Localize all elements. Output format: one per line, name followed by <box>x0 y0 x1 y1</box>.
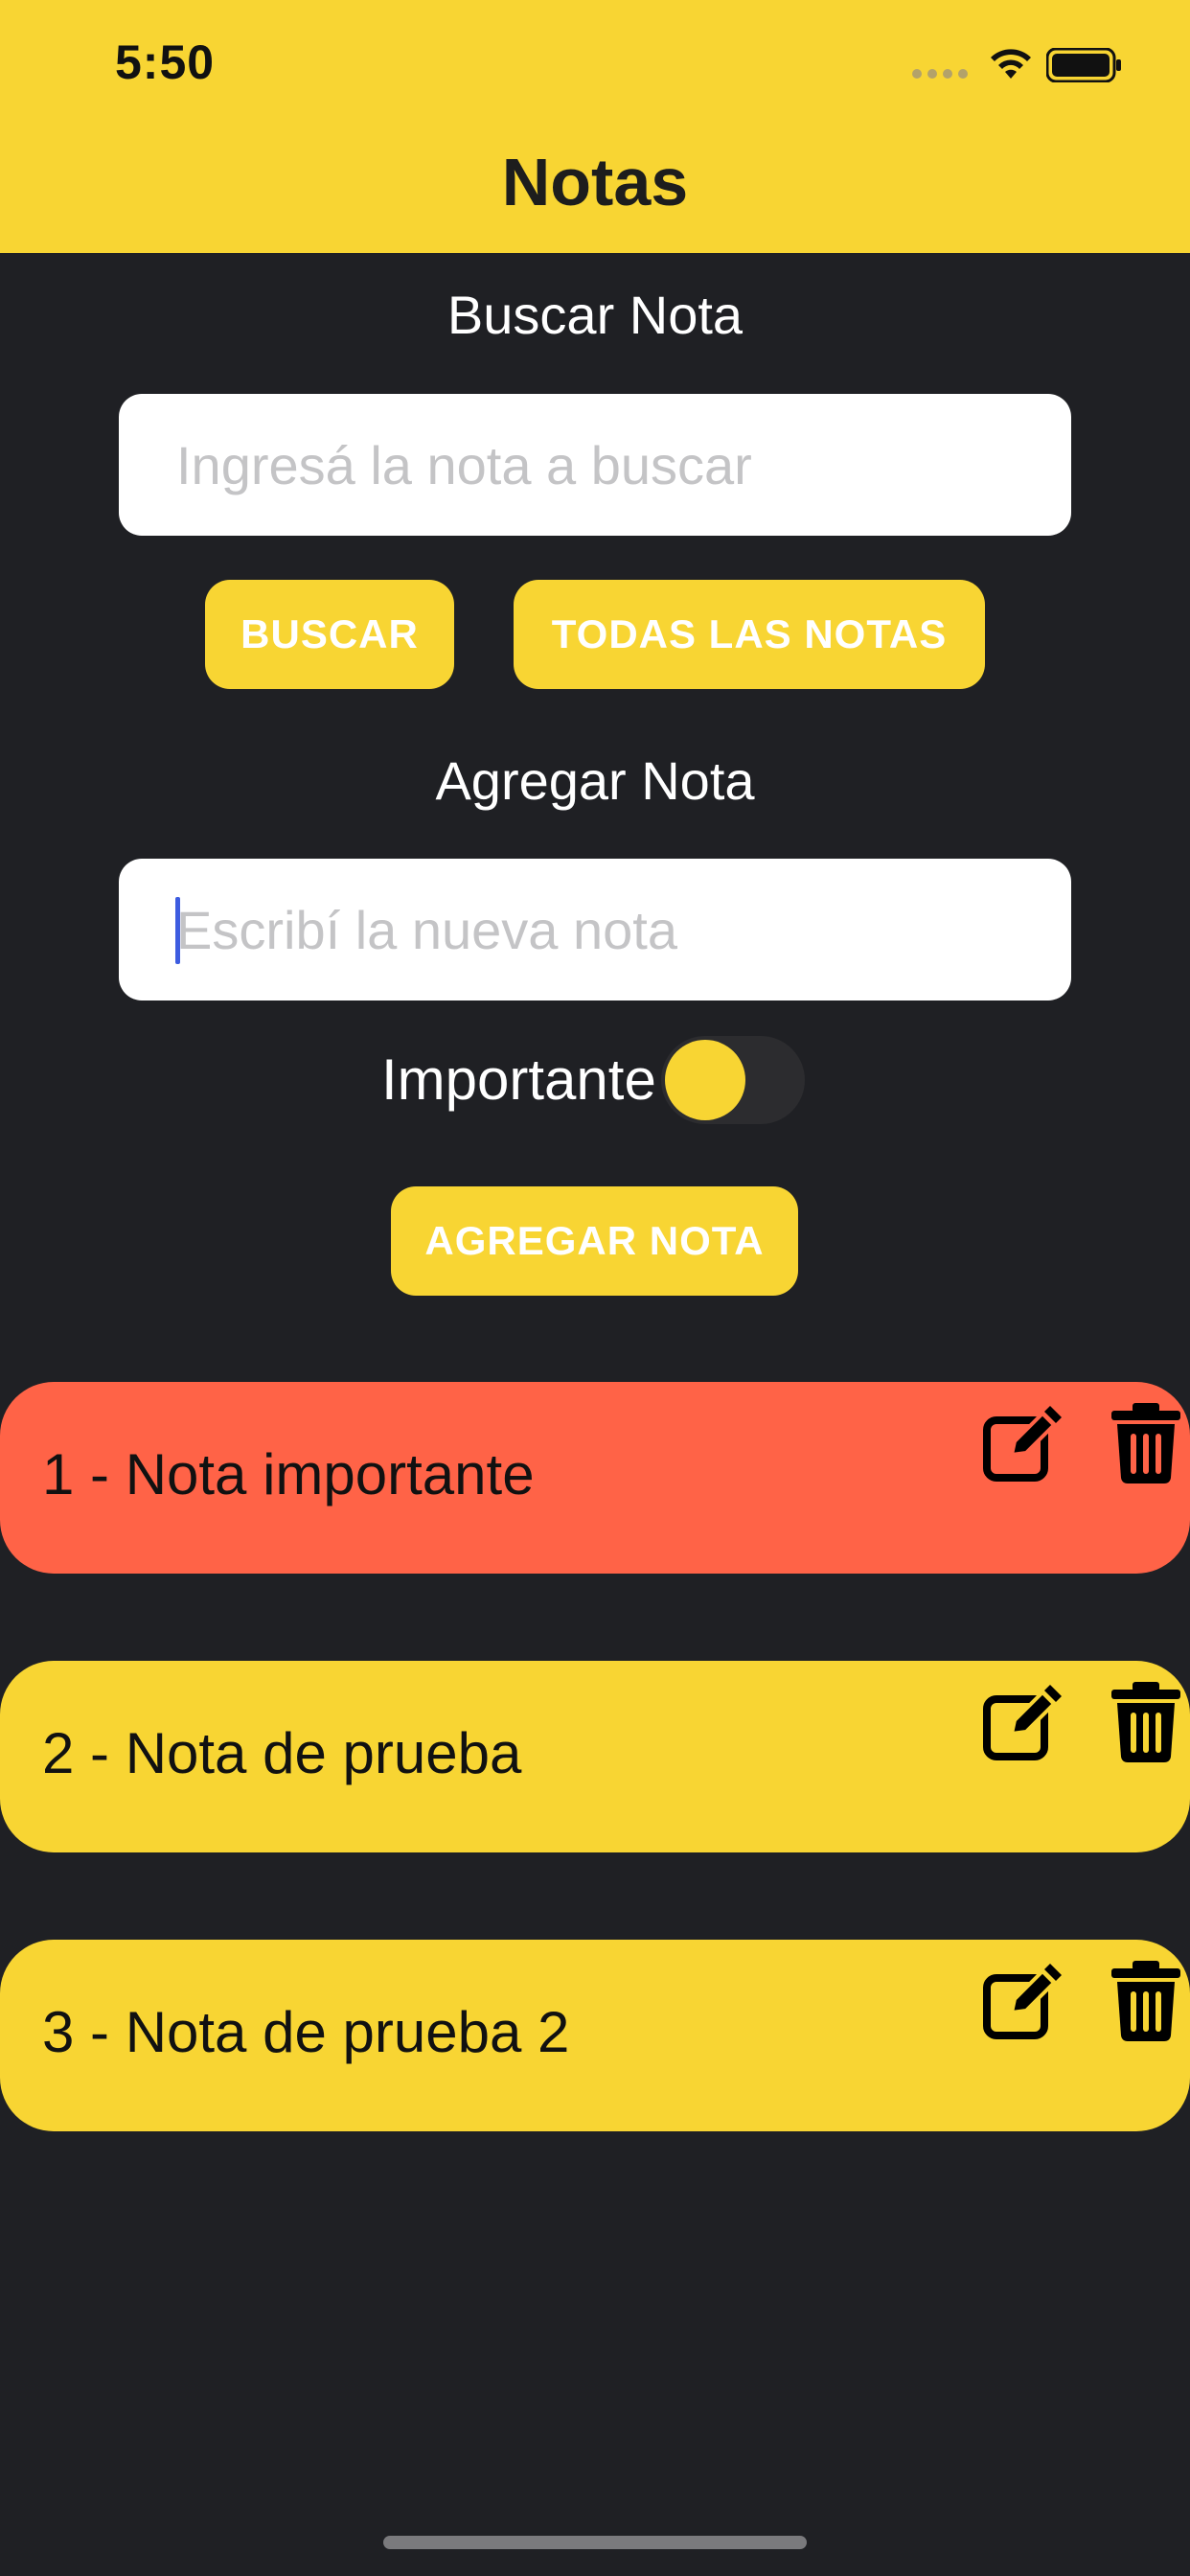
text-caret <box>175 897 180 964</box>
toggle-knob <box>665 1040 745 1120</box>
status-icons <box>912 42 1133 90</box>
note-card[interactable]: 3 - Nota de prueba 2 <box>0 1940 1190 2131</box>
edit-icon[interactable] <box>983 1403 1064 1484</box>
search-input-placeholder: Ingresá la nota a buscar <box>176 434 752 495</box>
edit-icon[interactable] <box>983 1682 1064 1762</box>
search-button[interactable]: BUSCAR <box>205 580 454 689</box>
edit-icon[interactable] <box>983 1961 1064 2041</box>
page-title: Notas <box>501 145 689 219</box>
status-time: 5:50 <box>115 35 216 89</box>
all-notes-button[interactable]: TODAS LAS NOTAS <box>514 580 985 689</box>
note-text: 2 - Nota de prueba <box>42 1721 522 1785</box>
battery-icon <box>1046 48 1121 82</box>
add-note-button[interactable]: AGREGAR NOTA <box>391 1186 798 1296</box>
note-card[interactable]: 1 - Nota importante <box>0 1382 1190 1574</box>
wifi-icon <box>991 49 1031 79</box>
trash-icon[interactable] <box>1110 1961 1182 2041</box>
note-text: 1 - Nota importante <box>42 1442 535 1506</box>
app-header: 5:50 Notas <box>0 0 1190 253</box>
add-section-label: Agregar Nota <box>435 750 755 811</box>
home-indicator[interactable] <box>383 2536 807 2549</box>
signal-icon <box>912 69 968 79</box>
new-note-input-placeholder: Escribí la nueva nota <box>176 899 677 960</box>
trash-icon[interactable] <box>1110 1403 1182 1484</box>
important-label: Importante <box>381 1047 656 1112</box>
important-toggle[interactable] <box>661 1036 805 1124</box>
new-note-input[interactable]: Escribí la nueva nota <box>119 859 1071 1000</box>
search-section-label: Buscar Nota <box>446 285 744 345</box>
trash-icon[interactable] <box>1110 1682 1182 1762</box>
note-text: 3 - Nota de prueba 2 <box>42 2000 570 2064</box>
search-input[interactable]: Ingresá la nota a buscar <box>119 394 1071 536</box>
note-card[interactable]: 2 - Nota de prueba <box>0 1661 1190 1852</box>
